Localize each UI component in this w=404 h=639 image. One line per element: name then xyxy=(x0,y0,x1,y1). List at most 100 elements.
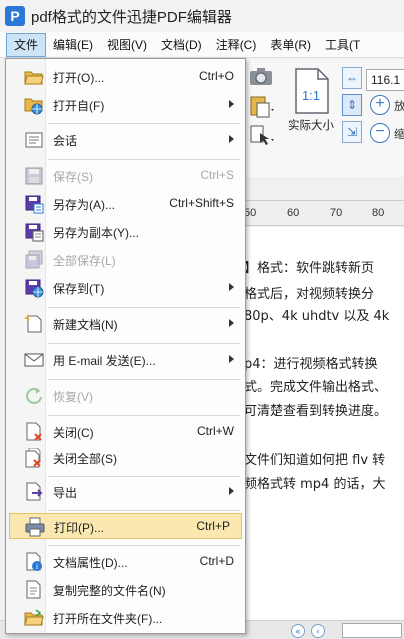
menu-item-label: 新建文档(N) xyxy=(53,318,118,332)
submenu-arrow-icon xyxy=(229,355,234,363)
menu-item-close-all[interactable]: 关闭全部(S) xyxy=(6,445,245,471)
menu-item-print[interactable]: 打印(P)... Ctrl+P xyxy=(9,513,242,539)
submenu-arrow-icon xyxy=(229,319,234,327)
document-text-line: 可清楚查看到转换进度。 xyxy=(244,404,388,419)
menu-form[interactable]: 表单(R) xyxy=(263,33,318,57)
new-document-icon xyxy=(25,314,42,333)
menu-item-label: 文档属性(D)... xyxy=(53,556,128,570)
page-number-field[interactable] xyxy=(342,623,402,638)
menu-item-new-document[interactable]: 新建文档(N) xyxy=(6,311,245,337)
menu-item-label: 另存为(A)... xyxy=(53,198,115,212)
close-all-icon xyxy=(25,448,41,468)
menu-item-save-as[interactable]: 另存为(A)... Ctrl+Shift+S xyxy=(6,191,245,217)
menu-item-revert[interactable]: 恢复(V) xyxy=(6,383,245,409)
menu-item-shortcut: Ctrl+P xyxy=(196,519,230,533)
menu-item-label: 打开所在文件夹(F)... xyxy=(53,612,163,626)
menu-item-label: 复制完整的文件名(N) xyxy=(53,584,166,598)
menu-tools[interactable]: 工具(T xyxy=(318,33,367,57)
menu-file[interactable]: 文件 xyxy=(6,32,47,57)
menu-item-shortcut: Ctrl+W xyxy=(197,424,234,438)
menu-item-label: 打开自(F) xyxy=(53,99,105,113)
menu-item-open-from[interactable]: 打开自(F) xyxy=(6,92,245,118)
fit-visible-button[interactable]: ⇲ xyxy=(342,121,362,143)
menu-item-label: 关闭(C) xyxy=(53,426,94,440)
fit-width-button[interactable]: ⇔ xyxy=(342,67,362,89)
menu-separator xyxy=(48,307,240,308)
document-text-line: 频格式转 mp4 的话，大 xyxy=(244,477,386,492)
submenu-arrow-icon xyxy=(229,100,234,108)
menu-item-shortcut: Ctrl+Shift+S xyxy=(169,196,234,210)
document-text-line: 式。完成文件输出格式、 xyxy=(244,380,388,395)
export-icon xyxy=(26,482,43,501)
save-icon xyxy=(25,167,43,185)
menu-separator xyxy=(48,379,240,380)
ruler-tick: 70 xyxy=(330,207,343,219)
menu-item-label: 打印(P)... xyxy=(54,521,104,535)
folder-open-icon xyxy=(24,71,44,85)
document-properties-icon: i xyxy=(26,552,42,571)
email-icon xyxy=(24,353,44,367)
first-page-button[interactable]: « xyxy=(291,624,305,638)
menu-item-close[interactable]: 关闭(C) Ctrl+W xyxy=(6,419,245,445)
menu-item-save[interactable]: 保存(S) Ctrl+S xyxy=(6,163,245,189)
menu-edit[interactable]: 编辑(E) xyxy=(46,33,100,57)
title-bar: P pdf格式的文件迅捷PDF编辑器 xyxy=(0,0,404,32)
save-copy-icon xyxy=(25,223,44,242)
save-to-icon xyxy=(25,279,44,298)
document-text-line: 格式后，对视频转换分 xyxy=(244,287,375,302)
select-tool-icon[interactable] xyxy=(248,123,276,147)
save-as-icon xyxy=(25,195,44,214)
document-page[interactable]: 】格式：软件跳转新页 格式后，对视频转换分 80p、4k uhdtv 以及 4k… xyxy=(244,227,404,621)
menu-comment[interactable]: 注释(C) xyxy=(209,33,264,57)
horizontal-ruler: 50 60 70 80 xyxy=(244,200,404,226)
menu-item-label: 全部保存(L) xyxy=(53,254,116,268)
menu-item-export[interactable]: 导出 xyxy=(6,479,245,505)
menu-item-label: 会话 xyxy=(53,134,78,148)
camera-icon[interactable] xyxy=(248,65,274,87)
actual-size-ratio: 1:1 xyxy=(302,88,320,103)
file-menu-dropdown: 打开(O)... Ctrl+O 打开自(F) 会话 保存(S) Ctrl+S 另… xyxy=(5,58,246,634)
close-document-icon xyxy=(26,422,42,441)
previous-page-button[interactable]: ‹ xyxy=(311,624,325,638)
submenu-arrow-icon xyxy=(229,135,234,143)
revert-icon xyxy=(26,388,42,404)
menu-item-session[interactable]: 会话 xyxy=(6,127,245,153)
paste-icon[interactable] xyxy=(248,93,276,119)
menu-separator xyxy=(48,343,240,344)
folder-web-icon xyxy=(24,98,43,115)
actual-size-label: 实际大小 xyxy=(288,120,334,132)
menu-item-label: 关闭全部(S) xyxy=(53,452,117,466)
menu-item-label: 保存(S) xyxy=(53,170,93,184)
zoom-out-button[interactable]: − xyxy=(370,123,390,143)
actual-size-icon[interactable]: 1:1 xyxy=(290,67,332,115)
fit-page-button[interactable]: ⇕ xyxy=(342,94,362,116)
menu-item-save-all[interactable]: 全部保存(L) xyxy=(6,247,245,273)
document-text-line: p4：进行视频格式转换 xyxy=(244,357,378,372)
menu-bar: 文件 编辑(E) 视图(V) 文档(D) 注释(C) 表单(R) 工具(T xyxy=(0,32,404,58)
save-all-icon xyxy=(25,250,43,269)
menu-item-open-containing-folder[interactable]: 打开所在文件夹(F)... xyxy=(6,605,245,631)
menu-item-shortcut: Ctrl+O xyxy=(198,69,234,83)
menu-item-send-email[interactable]: 用 E-mail 发送(E)... xyxy=(6,347,245,373)
document-text-line: 文件们知道如何把 flv 转 xyxy=(244,453,386,468)
menu-item-shortcut: Ctrl+D xyxy=(199,554,234,568)
menu-item-document-properties[interactable]: i 文档属性(D)... Ctrl+D xyxy=(6,549,245,575)
menu-view[interactable]: 视图(V) xyxy=(100,33,154,57)
zoom-in-button[interactable]: + xyxy=(370,95,390,115)
menu-document[interactable]: 文档(D) xyxy=(154,33,209,57)
menu-item-save-to[interactable]: 保存到(T) xyxy=(6,275,245,301)
menu-item-copy-full-filename[interactable]: 复制完整的文件名(N) xyxy=(6,577,245,603)
menu-item-save-copy[interactable]: 另存为副本(Y)... xyxy=(6,219,245,245)
menu-item-label: 打开(O)... xyxy=(53,71,105,85)
zoom-input[interactable]: 116.1 xyxy=(366,69,404,91)
document-text-line: 80p、4k uhdtv 以及 4k xyxy=(244,309,390,324)
toolbar: 1:1 实际大小 ⇔ ⇕ ⇲ 116.1 + 放 − 缩 xyxy=(244,59,404,177)
menu-item-label: 保存到(T) xyxy=(53,282,105,296)
open-folder-icon xyxy=(24,609,44,626)
menu-separator xyxy=(48,545,240,546)
submenu-arrow-icon xyxy=(229,283,234,291)
menu-item-open[interactable]: 打开(O)... Ctrl+O xyxy=(6,64,245,90)
menu-item-label: 另存为副本(Y)... xyxy=(53,226,139,240)
menu-separator xyxy=(48,510,240,511)
menu-separator xyxy=(48,476,240,477)
